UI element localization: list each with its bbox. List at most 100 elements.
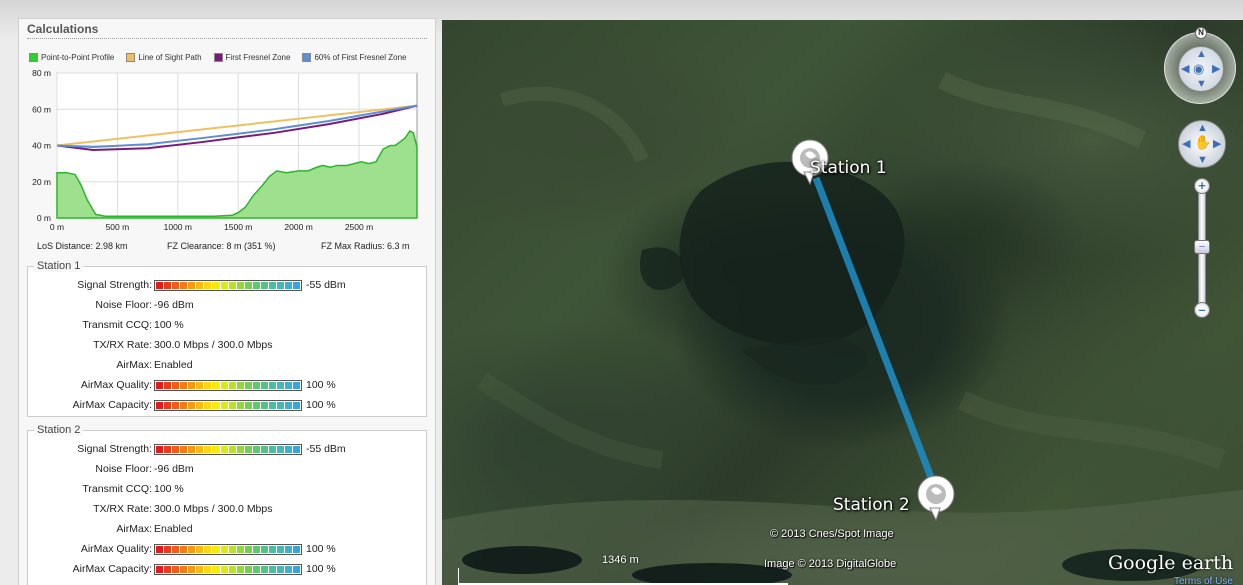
chart-legend: Point-to-Point Profile Line of Sight Pat… [29, 51, 406, 63]
meter-segment [260, 282, 268, 289]
meter-segment [212, 566, 220, 573]
pan-down-arrow-icon[interactable]: ▼ [1197, 155, 1208, 166]
airmax-quality-meter [154, 544, 302, 555]
meter-segment [164, 282, 172, 289]
x-tick-label: 500 m [106, 222, 130, 232]
meter-segment [252, 446, 260, 453]
meter-segment [276, 282, 284, 289]
look-icon[interactable]: ▲ ▼ ◀ ▶ ◉ [1178, 46, 1224, 92]
meter-segment [276, 546, 284, 553]
meter-segment [220, 382, 228, 389]
x-tick-label: 0 m [50, 222, 64, 232]
meter-segment [164, 446, 172, 453]
meter-segment [172, 282, 180, 289]
meter-segment [285, 446, 293, 453]
meter-segment [156, 382, 164, 389]
signal-strength-value: -55 dBm [306, 443, 346, 455]
airmax-quality-value: 100 % [306, 379, 336, 391]
meter-segment [293, 446, 301, 453]
airmax-label: AirMax: [116, 359, 152, 371]
meter-segment [260, 566, 268, 573]
meter-segment [172, 546, 180, 553]
meter-segment [260, 546, 268, 553]
meter-segment [196, 402, 204, 409]
meter-segment [268, 402, 276, 409]
meter-segment [244, 446, 252, 453]
terms-of-use-link[interactable]: Terms of Use [1174, 576, 1233, 585]
legend-item-profile: Point-to-Point Profile [29, 51, 114, 63]
meter-segment [276, 446, 284, 453]
meter-segment [204, 446, 212, 453]
los-distance: LoS Distance: 2.98 km [37, 241, 128, 251]
look-right-arrow-icon[interactable]: ▶ [1212, 64, 1220, 75]
meter-segment [156, 566, 164, 573]
look-down-arrow-icon[interactable]: ▼ [1196, 79, 1207, 90]
meter-segment [285, 546, 293, 553]
meter-segment [293, 566, 301, 573]
scale-bar [458, 568, 788, 585]
meter-segment [252, 282, 260, 289]
y-tick-label: 20 m [32, 177, 51, 187]
meter-segment [252, 546, 260, 553]
scale-label: 1346 m [602, 554, 639, 566]
meter-segment [268, 546, 276, 553]
legend-label-fresnel: First Fresnel Zone [225, 52, 291, 62]
meter-segment [164, 402, 172, 409]
airmax-value: Enabled [154, 359, 193, 371]
legend-label-fresnel60: 60% of First Fresnel Zone [314, 52, 407, 62]
legend-swatch-fresnel [213, 52, 223, 62]
airmax-capacity-value: 100 % [306, 563, 336, 575]
meter-segment [244, 566, 252, 573]
meter-segment [204, 566, 212, 573]
legend-label-los: Line of Sight Path [138, 52, 202, 62]
satellite-map[interactable]: Station 1 Station 2 © 2013 Cnes/Spot Ima… [442, 20, 1243, 585]
meter-segment [285, 282, 293, 289]
meter-segment [236, 566, 244, 573]
pan-up-arrow-icon[interactable]: ▲ [1197, 123, 1208, 134]
airmax-quality-label: AirMax Quality: [80, 379, 152, 391]
meter-segment [204, 402, 212, 409]
look-up-arrow-icon[interactable]: ▲ [1196, 49, 1207, 60]
meter-segment [244, 546, 252, 553]
meter-segment [268, 282, 276, 289]
station-1-box: Station 1 Signal Strength: -55 dBm Noise… [27, 260, 428, 417]
meter-segment [180, 402, 188, 409]
airmax-capacity-label: AirMax Capacity: [72, 399, 152, 411]
meter-segment [252, 566, 260, 573]
panel-title: Calculations [27, 22, 427, 39]
pan-hand-icon[interactable]: ▲ ▼ ◀ ▶ ✋ [1178, 120, 1226, 168]
station-1-airmax-capacity-row: AirMax Capacity: 100 % [28, 397, 428, 413]
meter-segment [172, 566, 180, 573]
meter-segment [156, 402, 164, 409]
meter-segment [268, 566, 276, 573]
txrx-rate-value: 300.0 Mbps / 300.0 Mbps [154, 339, 273, 351]
meter-segment [268, 446, 276, 453]
meter-segment [196, 446, 204, 453]
transmit-ccq-value: 100 % [154, 483, 184, 495]
legend-label-profile: Point-to-Point Profile [41, 52, 115, 62]
meter-segment [260, 402, 268, 409]
zoom-out-icon[interactable]: – [1194, 302, 1210, 318]
noise-floor-value: -96 dBm [154, 463, 194, 475]
station-2-pin-icon[interactable] [916, 474, 960, 524]
signal-strength-label: Signal Strength: [77, 443, 152, 455]
fz-max-radius: FZ Max Radius: 6.3 m [321, 241, 410, 251]
meter-segment [228, 546, 236, 553]
meter-segment [196, 282, 204, 289]
station-2-airmax-row: AirMax: Enabled [28, 521, 428, 537]
zoom-in-icon[interactable]: + [1194, 178, 1210, 194]
airmax-capacity-label: AirMax Capacity: [72, 563, 152, 575]
meter-segment [236, 382, 244, 389]
zoom-slider-thumb[interactable]: – [1194, 240, 1210, 254]
pan-left-arrow-icon[interactable]: ◀ [1182, 139, 1190, 150]
station-1-map-label: Station 1 [810, 158, 887, 178]
station-2-rate-row: TX/RX Rate: 300.0 Mbps / 300.0 Mbps [28, 501, 428, 517]
meter-segment [172, 402, 180, 409]
airmax-quality-label: AirMax Quality: [80, 543, 152, 555]
compass-icon[interactable]: N ▲ ▼ ◀ ▶ ◉ [1164, 27, 1236, 104]
pan-right-arrow-icon[interactable]: ▶ [1213, 139, 1221, 150]
look-left-arrow-icon[interactable]: ◀ [1181, 64, 1189, 75]
meter-segment [212, 446, 220, 453]
station-2-airmax-quality-row: AirMax Quality: 100 % [28, 541, 428, 557]
meter-segment [260, 382, 268, 389]
